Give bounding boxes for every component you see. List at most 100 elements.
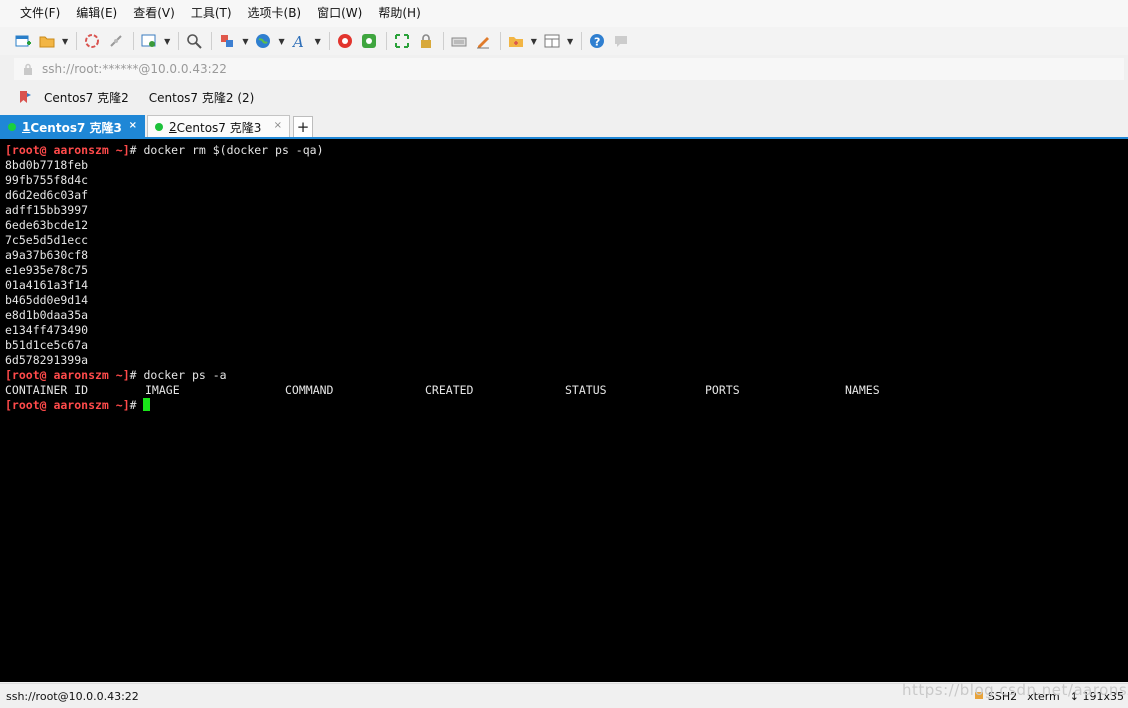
globe-icon[interactable] (254, 32, 272, 50)
xftp-icon[interactable] (336, 32, 354, 50)
tab-session-2[interactable]: 2 Centos7 克隆3 × (147, 115, 290, 138)
properties-dropdown-icon[interactable]: ▼ (164, 37, 170, 46)
col-names: NAMES (845, 383, 880, 397)
terminal-cursor (143, 398, 151, 411)
link-centos7-clone2[interactable]: Centos7 克隆2 (44, 89, 129, 106)
link-centos7-clone2-2[interactable]: Centos7 克隆2 (2) (149, 89, 255, 106)
ps-header-row: CONTAINER ID IMAGE COMMAND CREATED STATU… (5, 383, 1128, 398)
container-id-line: d6d2ed6c03af (5, 188, 89, 202)
col-command: COMMAND (285, 383, 334, 397)
globe-dropdown-icon[interactable]: ▼ (278, 37, 284, 46)
container-id-line: 01a4161a3f14 (5, 278, 89, 292)
lock-icon (22, 63, 34, 75)
svg-text:A: A (292, 33, 304, 49)
container-id-line: 8bd0b7718feb (5, 158, 89, 172)
col-ports: PORTS (705, 383, 740, 397)
open-folder-icon[interactable] (38, 32, 56, 50)
connected-status-icon (155, 123, 163, 131)
menu-view[interactable]: 查看(V) (125, 0, 183, 27)
container-id-line: e1e935e78c75 (5, 263, 89, 277)
container-id-line: 7c5e5d5d1ecc (5, 233, 89, 247)
menu-help[interactable]: 帮助(H) (370, 0, 428, 27)
chat-icon[interactable] (612, 32, 630, 50)
reconnect-icon[interactable] (83, 32, 101, 50)
watermark: https://blog.csdn.net/aaronszm (902, 681, 1128, 699)
menu-tabs[interactable]: 选项卡(B) (240, 0, 310, 27)
col-image: IMAGE (145, 383, 180, 397)
tab-session-1[interactable]: 1 Centos7 克隆3 × (0, 115, 145, 138)
compose-icon[interactable] (474, 32, 492, 50)
menu-file[interactable]: 文件(F) (12, 0, 68, 27)
toolbar-separator (133, 32, 135, 50)
connected-status-icon (8, 123, 16, 131)
open-dropdown-icon[interactable]: ▼ (62, 37, 68, 46)
session-properties-icon[interactable] (140, 32, 158, 50)
layout-dropdown-icon[interactable]: ▼ (567, 37, 573, 46)
col-created: CREATED (425, 383, 474, 397)
disconnect-icon[interactable] (107, 32, 125, 50)
transfer-icon[interactable] (218, 32, 236, 50)
font-dropdown-icon[interactable]: ▼ (315, 37, 321, 46)
tab-number: 1 (22, 120, 31, 134)
container-id-line: 99fb755f8d4c (5, 173, 89, 187)
terminal-line: [root@ aaronszm ~]# (5, 398, 1128, 413)
shell-prompt: [root@ aaronszm ~] (5, 143, 130, 157)
container-id-line: e134ff473490 (5, 323, 89, 337)
tab-label: Centos7 克隆3 (176, 120, 262, 135)
command-text: docker rm $(docker ps -qa) (143, 143, 324, 157)
container-id-line: b465dd0e9d14 (5, 293, 89, 307)
terminal-line: [root@ aaronszm ~]# docker rm $(docker p… (5, 143, 324, 157)
new-tab-dropdown-icon[interactable]: ▼ (531, 37, 537, 46)
toolbar-separator (442, 32, 444, 50)
lock-icon[interactable] (417, 32, 435, 50)
tab-bar: 1 Centos7 克隆3 × 2 Centos7 克隆3 × + (0, 114, 1128, 138)
toolbar: ▼ ▼ ▼ ▼ A ▼ ▼ ▼ ? (0, 27, 1128, 55)
command-text: docker ps -a (143, 368, 227, 382)
close-tab-icon[interactable]: × (274, 120, 282, 131)
container-id-line: adff15bb3997 (5, 203, 89, 217)
help-icon[interactable]: ? (588, 32, 606, 50)
menu-edit[interactable]: 编辑(E) (68, 0, 125, 27)
toolbar-separator (385, 32, 387, 50)
container-id-line: 6d578291399a (5, 353, 89, 367)
toolbar-separator (581, 32, 583, 50)
container-id-line: 6ede63bcde12 (5, 218, 89, 232)
layout-icon[interactable] (543, 32, 561, 50)
links-bar: Centos7 克隆2 Centos7 克隆2 (2) (0, 84, 1128, 110)
toolbar-separator (328, 32, 330, 50)
container-id-line: e8d1b0daa35a (5, 308, 89, 322)
shell-prompt: [root@ aaronszm ~] (5, 398, 130, 412)
menu-bar: 文件(F) 编辑(E) 查看(V) 工具(T) 选项卡(B) 窗口(W) 帮助(… (0, 0, 1128, 27)
container-id-line: a9a37b630cf8 (5, 248, 89, 262)
bookmark-icon[interactable] (18, 90, 32, 104)
menu-window[interactable]: 窗口(W) (309, 0, 370, 27)
shell-prompt: [root@ aaronszm ~] (5, 368, 130, 382)
search-icon[interactable] (185, 32, 203, 50)
toolbar-separator (499, 32, 501, 50)
col-container-id: CONTAINER ID (5, 383, 89, 397)
toolbar-separator (211, 32, 213, 50)
col-status: STATUS (565, 383, 607, 397)
new-tab-icon[interactable] (507, 32, 525, 50)
font-icon[interactable]: A (291, 32, 309, 50)
fullscreen-icon[interactable] (393, 32, 411, 50)
tab-number: 2 (169, 120, 177, 134)
keyboard-icon[interactable] (450, 32, 468, 50)
svg-text:?: ? (594, 36, 600, 49)
new-session-icon[interactable] (14, 32, 32, 50)
toolbar-separator (178, 32, 180, 50)
terminal[interactable]: [root@ aaronszm ~]# docker rm $(docker p… (0, 139, 1128, 682)
menu-tools[interactable]: 工具(T) (183, 0, 240, 27)
toolbar-separator (76, 32, 78, 50)
transfer-dropdown-icon[interactable]: ▼ (242, 37, 248, 46)
container-id-line: b51d1ce5c67a (5, 338, 89, 352)
tab-label: Centos7 克隆3 (30, 120, 122, 135)
container-id-list: 8bd0b7718feb 99fb755f8d4c d6d2ed6c03af adff… (5, 158, 1128, 368)
status-connection: ssh://root@10.0.0.43:22 (6, 689, 139, 703)
address-bar[interactable]: ssh://root:******@10.0.0.43:22 (14, 58, 1124, 80)
terminal-line: [root@ aaronszm ~]# docker ps -a (5, 368, 227, 382)
close-tab-icon[interactable]: × (129, 120, 137, 131)
xshell-icon[interactable] (360, 32, 378, 50)
add-tab-button[interactable]: + (293, 116, 313, 138)
address-text: ssh://root:******@10.0.0.43:22 (42, 62, 227, 76)
